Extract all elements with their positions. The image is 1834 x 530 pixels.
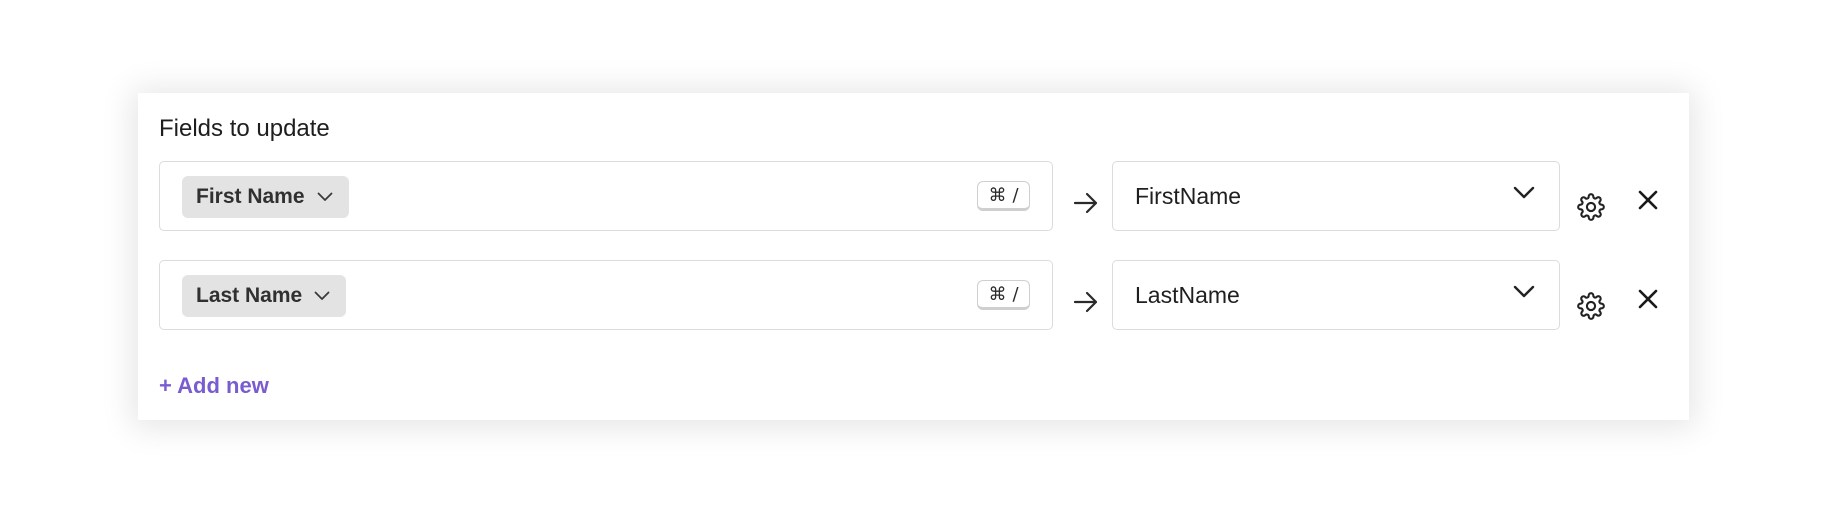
arrow-right-icon: [1072, 191, 1100, 215]
close-icon[interactable]: [1637, 189, 1659, 211]
target-field-value: FirstName: [1135, 183, 1242, 209]
target-field-select[interactable]: FirstName: [1112, 161, 1560, 231]
panel-title: Fields to update: [159, 115, 330, 142]
chevron-down-icon: [314, 291, 330, 301]
source-field-input[interactable]: First Name ⌘ /: [159, 161, 1053, 231]
field-mapping-row: First Name ⌘ / FirstName: [159, 161, 1669, 231]
arrow-right-icon: [1072, 290, 1100, 314]
source-field-pill[interactable]: First Name: [182, 176, 349, 218]
fields-to-update-panel: Fields to update First Name ⌘ / FirstNam…: [138, 93, 1689, 420]
shortcut-key: /: [1012, 283, 1019, 305]
source-field-input[interactable]: Last Name ⌘ /: [159, 260, 1053, 330]
source-field-pill-label: Last Name: [196, 284, 303, 307]
close-icon[interactable]: [1637, 288, 1659, 310]
keyboard-shortcut-badge: ⌘ /: [977, 280, 1030, 310]
command-key-symbol: ⌘: [988, 184, 1007, 206]
gear-icon[interactable]: [1577, 292, 1605, 320]
keyboard-shortcut-badge: ⌘ /: [977, 181, 1030, 211]
source-field-pill[interactable]: Last Name: [182, 275, 347, 317]
gear-icon[interactable]: [1577, 193, 1605, 221]
chevron-down-icon: [1513, 186, 1535, 205]
chevron-down-icon: [1513, 285, 1535, 304]
target-field-value: LastName: [1135, 282, 1240, 308]
source-field-pill-label: First Name: [196, 185, 305, 208]
field-mapping-row: Last Name ⌘ / LastName: [159, 260, 1669, 330]
target-field-select[interactable]: LastName: [1112, 260, 1560, 330]
add-new-button[interactable]: + Add new: [159, 373, 269, 399]
chevron-down-icon: [317, 192, 333, 202]
command-key-symbol: ⌘: [988, 283, 1007, 305]
shortcut-key: /: [1012, 184, 1019, 206]
